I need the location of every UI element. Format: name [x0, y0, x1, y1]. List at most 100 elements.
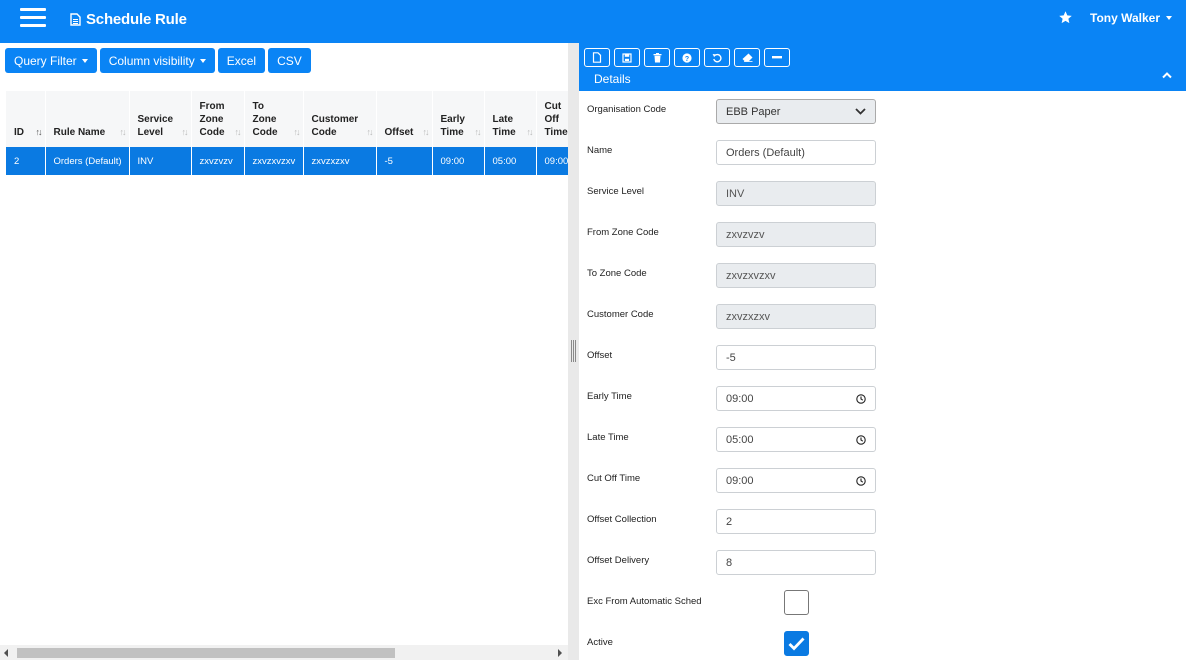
cell-customer-code: zxvzxzxv [303, 147, 377, 175]
chevron-up-icon[interactable] [1162, 71, 1172, 79]
exc-from-automatic-sched-checkbox[interactable] [784, 590, 809, 615]
save-button[interactable] [614, 48, 640, 67]
pane-splitter[interactable] [568, 43, 579, 660]
service-level-input[interactable]: INV [716, 181, 876, 206]
active-checkbox[interactable] [784, 631, 809, 656]
hamburger-menu-icon[interactable] [20, 8, 46, 30]
help-button[interactable]: ? [674, 48, 700, 67]
from-zone-code-input[interactable]: zxvzvzv [716, 222, 876, 247]
splitter-grip-icon[interactable] [571, 340, 576, 362]
column-visibility-label: Column visibility [108, 53, 195, 68]
trash-icon [653, 52, 661, 62]
late-time-input[interactable]: 05:00 [716, 427, 876, 452]
organisation-code-value: EBB Paper [726, 105, 781, 118]
early-time-value: 09:00 [726, 392, 754, 405]
list-pane: Query Filter Column visibility Excel CSV… [0, 43, 569, 660]
column-header-from-zone-code[interactable]: From Zone Code ↑↓ [191, 91, 245, 147]
to-zone-code-label: To Zone Code [587, 268, 647, 279]
details-toolbar: ? [584, 48, 790, 67]
cut-off-time-input[interactable]: 09:00 [716, 468, 876, 493]
query-filter-button[interactable]: Query Filter [5, 48, 97, 73]
name-input[interactable]: Orders (Default) [716, 140, 876, 165]
sort-ascending-icon: ↑↓ [35, 127, 43, 137]
cell-rule-name: Orders (Default) [45, 147, 130, 175]
active-label: Active [587, 637, 613, 648]
sort-icon: ↑↓ [422, 127, 430, 137]
user-menu[interactable]: Tony Walker [1090, 11, 1173, 25]
checkmark-icon [788, 637, 805, 651]
delete-button[interactable] [644, 48, 670, 67]
late-time-label: Late Time [587, 432, 629, 443]
table-row[interactable]: 2 Orders (Default) INV zxvzvzv zxvzxvzxv… [6, 147, 569, 175]
page-title: Schedule Rule [86, 11, 187, 28]
column-header-offset[interactable]: Offset ↑↓ [376, 91, 433, 147]
sort-icon: ↑↓ [526, 127, 534, 137]
offset-delivery-label: Offset Delivery [587, 555, 650, 566]
chevron-down-icon [855, 108, 866, 115]
organisation-code-label: Organisation Code [587, 104, 667, 115]
from-zone-code-label: From Zone Code [587, 227, 659, 238]
clock-icon[interactable] [856, 393, 866, 404]
column-header-to-zone-code[interactable]: To Zone Code ↑↓ [244, 91, 304, 147]
offset-label: Offset [587, 350, 613, 361]
page-header: Schedule Rule [70, 11, 187, 28]
cut-off-time-label: Cut Off Time [587, 473, 641, 484]
column-header-service-level[interactable]: Service Level ↑↓ [129, 91, 192, 147]
new-record-button[interactable] [584, 48, 610, 67]
cell-to-zone-code: zxvzxvzxv [244, 147, 304, 175]
offset-collection-input[interactable]: 2 [716, 509, 876, 534]
column-header-late-time[interactable]: Late Time ↑↓ [484, 91, 537, 147]
new-file-icon [592, 52, 602, 63]
clear-button[interactable] [734, 48, 760, 67]
column-header-rule-name[interactable]: Rule Name ↑↓ [45, 91, 130, 147]
undo-button[interactable] [704, 48, 730, 67]
column-header-customer-code[interactable]: Customer Code ↑↓ [303, 91, 377, 147]
to-zone-code-input[interactable]: zxvzxvzxv [716, 263, 876, 288]
offset-delivery-input[interactable]: 8 [716, 550, 876, 575]
early-time-label: Early Time [587, 391, 632, 402]
cell-from-zone-code: zxvzvzv [191, 147, 245, 175]
clock-icon[interactable] [856, 434, 866, 445]
offset-input[interactable]: -5 [716, 345, 876, 370]
cell-id: 2 [6, 147, 46, 175]
undo-icon [712, 53, 722, 62]
column-header-early-time[interactable]: Early Time ↑↓ [432, 91, 485, 147]
schedule-rule-table: ID ↑↓ Rule Name ↑↓ Service Level ↑↓ From Zone… [6, 91, 569, 175]
name-label: Name [587, 145, 613, 156]
scrollbar-thumb[interactable] [17, 648, 395, 658]
sort-icon: ↑↓ [474, 127, 482, 137]
grid-toolbar: Query Filter Column visibility Excel CSV [5, 48, 311, 73]
eraser-icon [742, 53, 752, 62]
sort-icon: ↑↓ [181, 127, 189, 137]
document-icon [70, 13, 81, 26]
cell-cut-off-time: 09:00 [536, 147, 569, 175]
column-header-cut-off-time[interactable]: Cut Off Time [536, 91, 569, 147]
column-visibility-button[interactable]: Column visibility [99, 48, 215, 73]
details-title: Details [594, 72, 631, 86]
favorite-star-icon[interactable] [1058, 10, 1073, 25]
customer-code-label: Customer Code [587, 309, 654, 320]
csv-export-button[interactable]: CSV [268, 48, 311, 73]
late-time-value: 05:00 [726, 433, 754, 446]
scroll-left-icon[interactable] [4, 649, 8, 657]
horizontal-scrollbar[interactable] [0, 645, 568, 660]
minus-icon [772, 56, 782, 59]
exc-from-automatic-sched-label: Exc From Automatic Sched [587, 596, 702, 607]
early-time-input[interactable]: 09:00 [716, 386, 876, 411]
customer-code-input[interactable]: zxvzxzxv [716, 304, 876, 329]
query-filter-label: Query Filter [14, 53, 77, 68]
details-header: ? Details [579, 43, 1186, 91]
question-icon: ? [682, 52, 692, 63]
column-header-id[interactable]: ID ↑↓ [6, 91, 46, 147]
cell-service-level: INV [129, 147, 192, 175]
service-level-label: Service Level [587, 186, 645, 197]
minimize-button[interactable] [764, 48, 790, 67]
scroll-right-icon[interactable] [558, 649, 562, 657]
sort-icon: ↑↓ [366, 127, 374, 137]
organisation-code-select[interactable]: EBB Paper [716, 99, 876, 124]
details-pane: ? Details Organisation Code EBB Paper Na… [579, 43, 1186, 660]
clock-icon[interactable] [856, 475, 866, 486]
excel-export-button[interactable]: Excel [217, 48, 266, 73]
sort-icon: ↑↓ [119, 127, 127, 137]
sort-icon: ↑↓ [234, 127, 242, 137]
